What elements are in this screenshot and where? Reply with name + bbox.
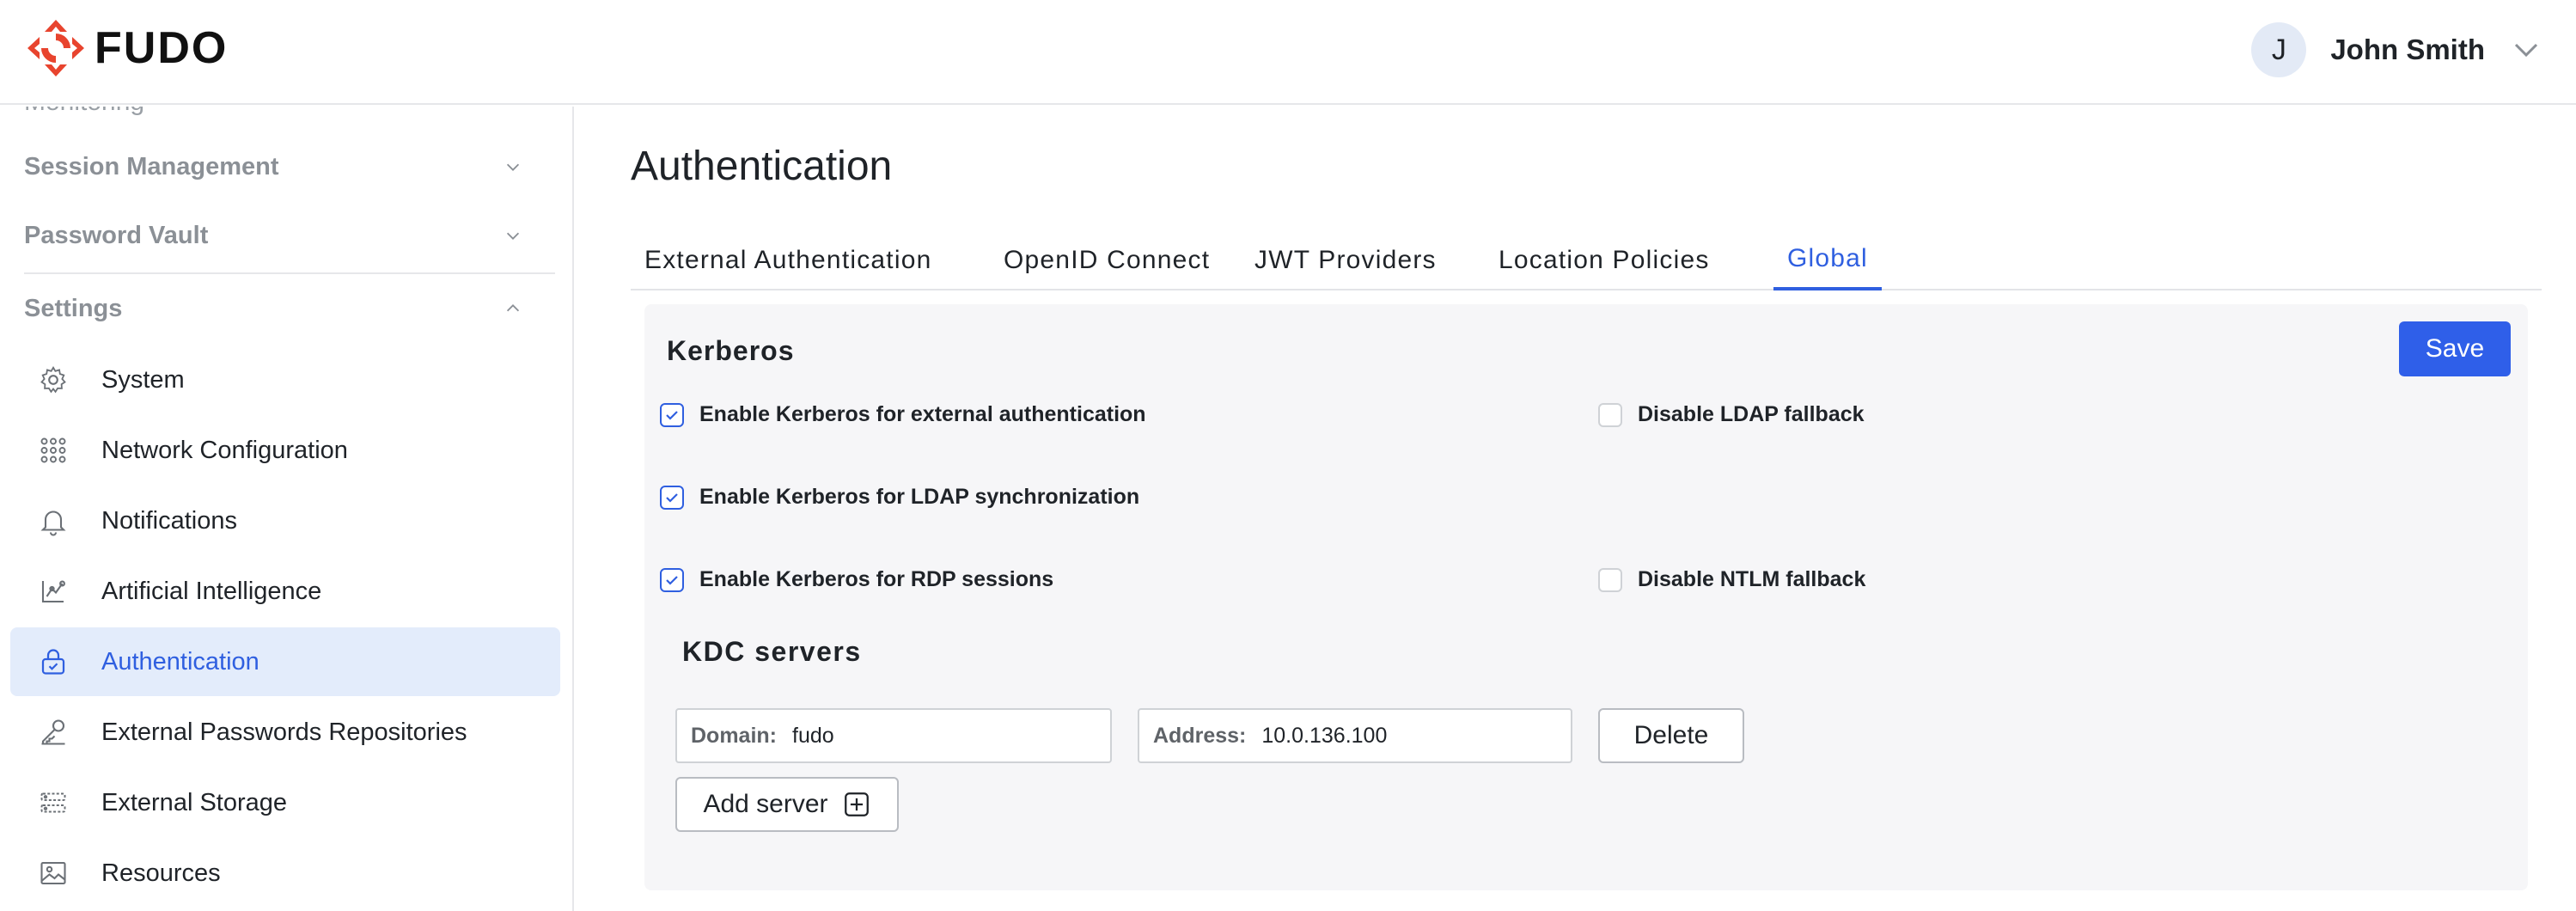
- tab-bar: External Authentication OpenID Connect J…: [631, 230, 2542, 290]
- checkbox-unchecked[interactable]: [1598, 402, 1622, 427]
- option-kerberos-external-auth[interactable]: Enable Kerberos for external authenticat…: [660, 402, 1146, 427]
- option-kerberos-rdp[interactable]: Enable Kerberos for RDP sessions: [660, 567, 1053, 592]
- user-name: John Smith: [2330, 34, 2485, 65]
- option-kerberos-ldap-sync[interactable]: Enable Kerberos for LDAP synchronization: [660, 485, 1139, 510]
- option-label: Enable Kerberos for RDP sessions: [699, 567, 1054, 591]
- sidebar-item-authentication[interactable]: Authentication: [10, 627, 560, 696]
- option-label: Disable NTLM fallback: [1638, 567, 1866, 591]
- sidebar-item-label: System: [101, 365, 185, 394]
- checkbox-checked[interactable]: [660, 485, 684, 510]
- tab-jwt-providers[interactable]: JWT Providers: [1241, 230, 1450, 290]
- sidebar-item-label: Notifications: [101, 506, 237, 535]
- domain-label: Domain:: [691, 723, 777, 748]
- sidebar-item-label: Artificial Intelligence: [101, 577, 322, 605]
- sidebar-group-label: Password Vault: [24, 221, 209, 249]
- key-icon: [36, 715, 70, 749]
- top-header: FUDO J John Smith: [0, 0, 2576, 105]
- avatar: J: [2251, 22, 2307, 77]
- option-label: Enable Kerberos for LDAP synchronization: [699, 485, 1140, 509]
- option-label: Disable LDAP fallback: [1638, 402, 1865, 426]
- bell-icon: [36, 504, 70, 538]
- sidebar-item-artificial-intelligence[interactable]: Artificial Intelligence: [10, 557, 560, 626]
- tab-external-authentication[interactable]: External Authentication: [631, 230, 945, 290]
- sidebar-item-label: Network Configuration: [101, 436, 348, 464]
- sidebar-group-settings[interactable]: Settings: [24, 283, 548, 334]
- user-menu[interactable]: J John Smith: [2251, 22, 2542, 77]
- chevron-up-icon: [506, 304, 520, 312]
- plus-icon: [844, 792, 869, 816]
- tab-openid-connect[interactable]: OpenID Connect: [990, 230, 1224, 290]
- sidebar-item-resources[interactable]: Resources: [10, 839, 560, 908]
- checkbox-checked[interactable]: [660, 567, 684, 592]
- sidebar-item-external-passwords-repositories[interactable]: External Passwords Repositories: [10, 698, 560, 767]
- sidebar-group-label: Settings: [24, 294, 123, 322]
- chevron-down-icon[interactable]: [2511, 34, 2542, 65]
- kdc-servers-title: KDC servers: [682, 636, 862, 667]
- tab-location-policies[interactable]: Location Policies: [1485, 230, 1724, 290]
- panel-title: Kerberos: [667, 335, 795, 366]
- sidebar: Monitoring Session Management Password V…: [0, 107, 574, 911]
- fudo-logo[interactable]: FUDO: [24, 17, 228, 79]
- sidebar-divider: [24, 272, 555, 274]
- kerberos-panel: Kerberos Save Enable Kerberos for extern…: [644, 304, 2528, 890]
- sidebar-item-notifications[interactable]: Notifications: [10, 486, 560, 555]
- network-icon: [36, 433, 70, 468]
- sidebar-item-partial[interactable]: Monitoring: [24, 107, 144, 117]
- delete-button[interactable]: Delete: [1598, 708, 1744, 763]
- domain-value: fudo: [792, 723, 834, 748]
- page-title: Authentication: [631, 144, 893, 189]
- option-label: Enable Kerberos for external authenticat…: [699, 402, 1146, 426]
- tab-global[interactable]: Global: [1773, 230, 1882, 290]
- sidebar-item-label: Authentication: [101, 647, 259, 676]
- ai-icon: [36, 574, 70, 608]
- address-field[interactable]: Address: 10.0.136.100: [1138, 708, 1572, 763]
- lock-icon: [36, 645, 70, 679]
- add-server-button[interactable]: Add server: [675, 777, 899, 832]
- add-server-label: Add server: [703, 790, 828, 818]
- domain-field[interactable]: Domain: fudo: [675, 708, 1112, 763]
- address-value: 10.0.136.100: [1261, 723, 1388, 748]
- storage-icon: [36, 786, 70, 820]
- sidebar-item-label: External Passwords Repositories: [101, 718, 467, 746]
- sidebar-item-label: Resources: [101, 859, 221, 887]
- sidebar-item-label: External Storage: [101, 788, 288, 816]
- chevron-down-icon: [506, 232, 520, 240]
- checkbox-unchecked[interactable]: [1598, 567, 1622, 592]
- fudo-logo-icon: [27, 20, 84, 76]
- brand-name: FUDO: [95, 23, 229, 73]
- sidebar-group-label: Session Management: [24, 152, 279, 180]
- option-disable-ntlm-fallback[interactable]: Disable NTLM fallback: [1598, 567, 1865, 592]
- sidebar-item-system[interactable]: System: [10, 345, 560, 414]
- sidebar-item-external-storage[interactable]: External Storage: [10, 768, 560, 837]
- chevron-down-icon: [506, 163, 520, 171]
- sidebar-item-network-configuration[interactable]: Network Configuration: [10, 416, 560, 485]
- checkbox-checked[interactable]: [660, 402, 684, 427]
- gear-icon: [36, 363, 70, 397]
- sidebar-group-session-management[interactable]: Session Management: [24, 141, 548, 193]
- option-disable-ldap-fallback[interactable]: Disable LDAP fallback: [1598, 402, 1865, 427]
- save-button[interactable]: Save: [2399, 321, 2511, 376]
- sidebar-group-password-vault[interactable]: Password Vault: [24, 210, 548, 261]
- image-icon: [36, 856, 70, 890]
- delete-label: Delete: [1633, 721, 1709, 749]
- address-label: Address:: [1153, 723, 1247, 748]
